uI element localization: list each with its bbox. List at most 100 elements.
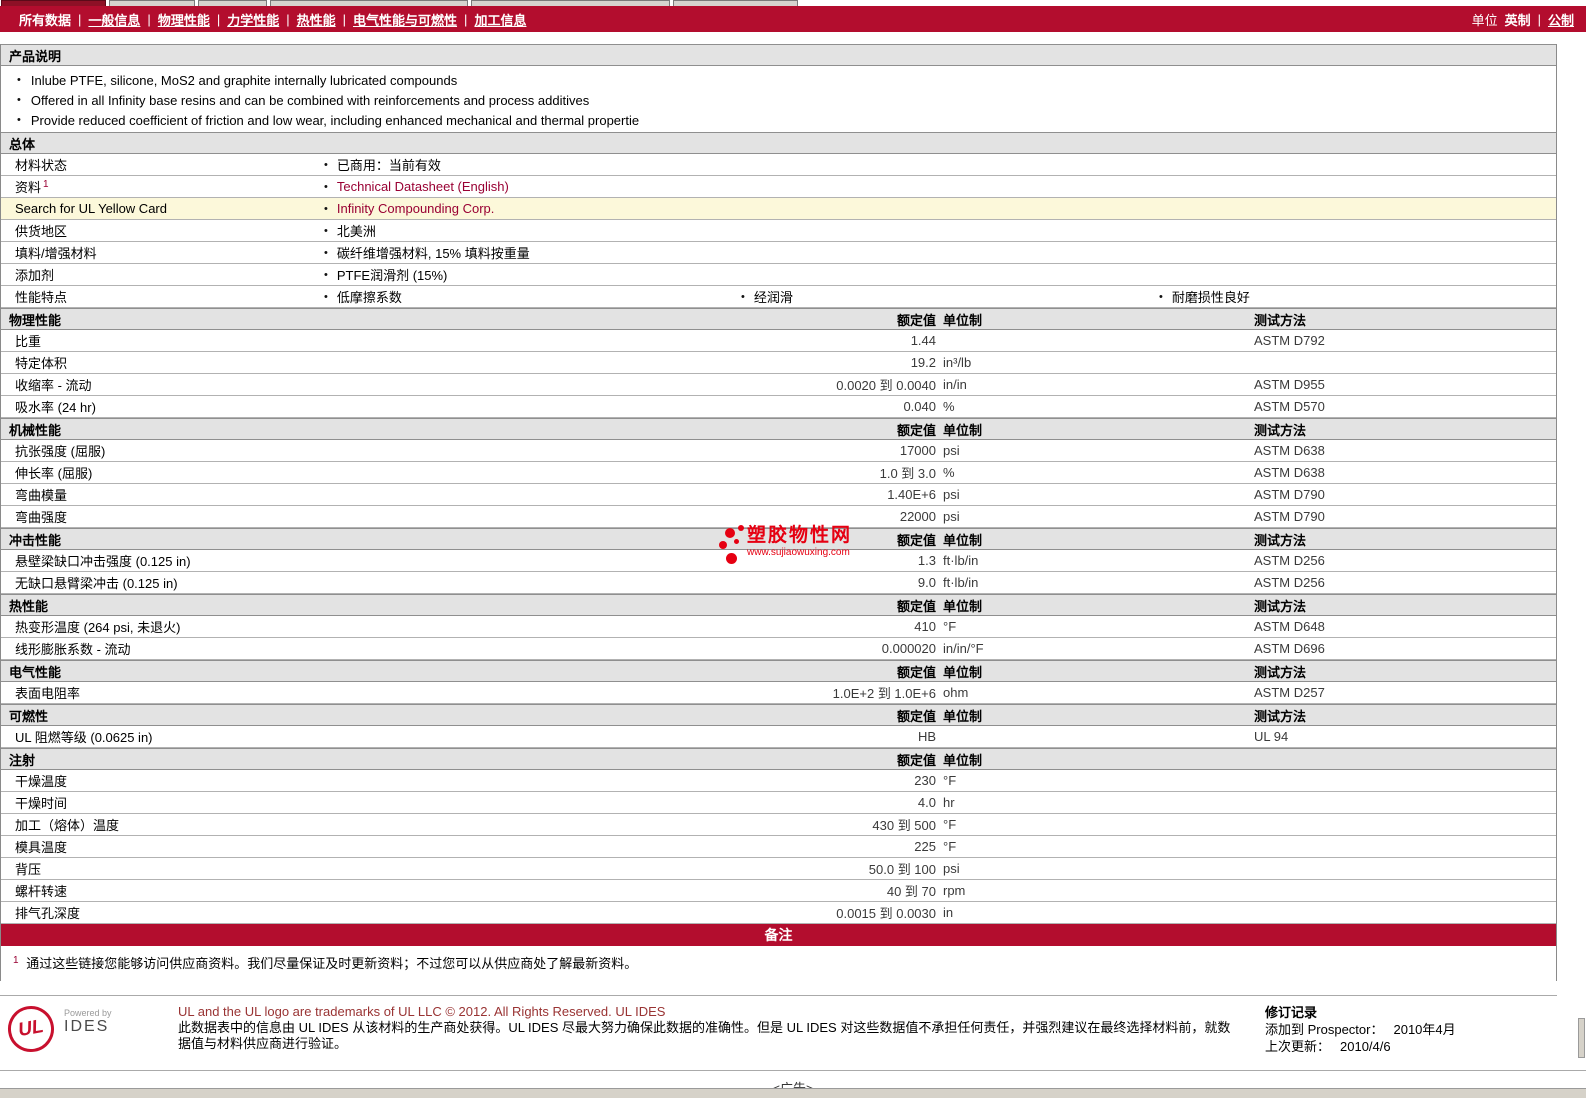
property-value: 0.0015 到 0.0030 bbox=[836, 906, 936, 921]
property-row: 抗张强度 (屈服) 17000 psi ASTM D638 bbox=[1, 440, 1556, 462]
window-tab[interactable] bbox=[109, 0, 195, 6]
section-title: 电气性能 bbox=[9, 664, 62, 680]
bullet-icon: • bbox=[324, 290, 328, 303]
property-unit: in/in bbox=[943, 377, 967, 392]
nav-separator: | bbox=[216, 11, 221, 27]
product-description-item: • Inlube PTFE, silicone, MoS2 and graphit… bbox=[1, 70, 1556, 90]
property-unit: % bbox=[943, 399, 955, 414]
column-header-method: 测试方法 bbox=[1254, 422, 1307, 438]
section-title: 机械性能 bbox=[9, 422, 62, 438]
property-label: 抗张强度 (屈服) bbox=[15, 444, 106, 459]
property-unit: % bbox=[943, 465, 955, 480]
bullet-icon: • bbox=[324, 180, 328, 193]
column-header-method: 测试方法 bbox=[1254, 598, 1307, 614]
general-rows: 材料状态 • 已商用：当前有效 资料 1 • Technical Datasheet (En… bbox=[1, 154, 1556, 308]
bullet-icon: • bbox=[1159, 290, 1163, 303]
general-row-value-cell: • 经润滑 bbox=[733, 287, 1151, 306]
column-header-method: 测试方法 bbox=[1254, 532, 1307, 548]
property-value: 40 到 70 bbox=[886, 884, 936, 899]
property-unit: °F bbox=[943, 839, 957, 854]
unit-metric-link[interactable]: 公制 bbox=[1548, 10, 1574, 29]
property-row: 吸水率 (24 hr) 0.040% ASTM D570 bbox=[1, 396, 1556, 418]
horizontal-scrollbar[interactable] bbox=[0, 1088, 1586, 1098]
general-row: 填料/增强材料 • 碳纤维增强材料, 15% 填料按重量 bbox=[1, 242, 1556, 264]
nav-tabs: 所有数据 | 一般信息 | 物理性能 | 力学性能 | 热性能 | 电气性能与可燃性 | 加工信息 bbox=[12, 10, 533, 29]
column-header-value: 额定值 bbox=[896, 312, 936, 328]
property-value: 225 bbox=[914, 839, 936, 854]
window-tab[interactable] bbox=[673, 0, 798, 6]
property-value: 50.0 到 100 bbox=[868, 862, 936, 877]
general-row-value: PTFE润滑剂 (15%) bbox=[336, 268, 448, 283]
units-label: 单位 bbox=[1471, 12, 1498, 28]
window-tab[interactable] bbox=[270, 0, 468, 6]
property-row: 无缺口悬臂梁冲击 (0.125 in) 9.0 ft·lb/in ASTM D256 bbox=[1, 572, 1556, 594]
window-tab[interactable] bbox=[1, 0, 106, 6]
property-row: UL 阻燃等级 (0.0625 in) HB UL 94 bbox=[1, 726, 1556, 748]
vertical-scrollbar-thumb[interactable] bbox=[1578, 1018, 1585, 1058]
page-footer: UL Powered by IDES UL and the UL logo ar… bbox=[0, 995, 1557, 1061]
unit-separator: | bbox=[1537, 11, 1541, 27]
property-value: HB bbox=[917, 729, 936, 744]
general-row: 供货地区 • 北美洲 bbox=[1, 220, 1556, 242]
property-value: 19.2 bbox=[910, 355, 936, 370]
datasheet-page: { "colors": { "accent_red": "#B30D2E", "… bbox=[0, 0, 1586, 1098]
property-value: 1.3 bbox=[917, 553, 936, 568]
general-row-link[interactable]: Infinity Compounding Corp. bbox=[337, 201, 495, 216]
general-row-value: 低摩擦系数 bbox=[336, 290, 402, 305]
property-label: 热变形温度 (264 psi, 未退火) bbox=[15, 620, 181, 635]
nav-tab-6[interactable]: 电气性能与可燃性 bbox=[353, 10, 457, 29]
property-value: 22000 bbox=[899, 509, 936, 524]
powered-by-label: Powered by bbox=[64, 1008, 112, 1018]
column-header-value: 额定值 bbox=[896, 664, 936, 680]
property-label: 干燥温度 bbox=[15, 774, 68, 789]
property-label: 干燥时间 bbox=[15, 796, 68, 811]
test-method: ASTM D570 bbox=[1254, 399, 1325, 414]
nav-separator: | bbox=[286, 11, 290, 27]
property-label: 悬壁梁缺口冲击强度 (0.125 in) bbox=[15, 554, 191, 569]
property-value: 17000 bbox=[899, 443, 936, 458]
property-value: 4.0 bbox=[917, 795, 936, 810]
property-row: 排气孔深度 0.0015 到 0.0030 in bbox=[1, 902, 1556, 924]
bullet-icon: • bbox=[324, 224, 328, 237]
nav-tab-3[interactable]: 物理性能 bbox=[158, 10, 210, 29]
property-row: 比重 1.44 ASTM D792 bbox=[1, 330, 1556, 352]
property-label: 线形膨胀系数 - 流动 bbox=[15, 642, 131, 657]
property-unit: °F bbox=[943, 619, 957, 634]
revision-added: 添加到 Prospector： 2010年4月 bbox=[1265, 1021, 1547, 1038]
property-label: 排气孔深度 bbox=[15, 906, 81, 921]
property-label: 模具温度 bbox=[15, 840, 68, 855]
property-row: 线形膨胀系数 - 流动 0.000020 in/in/°F ASTM D696 bbox=[1, 638, 1556, 660]
property-label: 螺杆转速 bbox=[15, 884, 68, 899]
footnote-ref: 1 bbox=[43, 178, 49, 190]
general-row-value-cell: • 已商用：当前有效 bbox=[316, 155, 733, 174]
bullet-icon: • bbox=[324, 246, 328, 259]
window-tab[interactable] bbox=[471, 0, 670, 6]
notes-bar: 备注 bbox=[1, 924, 1556, 946]
nav-tab-1[interactable]: 所有数据 bbox=[19, 10, 71, 29]
general-row-link[interactable]: Technical Datasheet (English) bbox=[337, 179, 509, 194]
nav-tab-4[interactable]: 力学性能 bbox=[227, 10, 279, 29]
property-unit: ft·lb/in bbox=[943, 575, 979, 590]
property-label: 比重 bbox=[15, 334, 42, 349]
window-tab[interactable] bbox=[198, 0, 267, 6]
general-row-value: 耐磨损性良好 bbox=[1171, 290, 1250, 305]
nav-tab-7[interactable]: 加工信息 bbox=[474, 10, 526, 29]
property-unit: in³/lb bbox=[943, 355, 972, 370]
general-row: 材料状态 • 已商用：当前有效 bbox=[1, 154, 1556, 176]
property-row: 模具温度 225 °F bbox=[1, 836, 1556, 858]
unit-imperial[interactable]: 英制 bbox=[1505, 10, 1531, 29]
property-value: 1.40E+6 bbox=[887, 487, 936, 502]
nav-tab-2[interactable]: 一般信息 bbox=[88, 10, 140, 29]
footnote: 1 通过这些链接您能够访问供应商资料。我们尽量保证及时更新资料；不过您可以从供应… bbox=[1, 946, 1556, 981]
section-header: 机械性能 额定值 单位制 测试方法 bbox=[1, 418, 1556, 440]
column-header-method: 测试方法 bbox=[1254, 312, 1307, 328]
section-product-description: 产品说明 bbox=[1, 44, 1556, 66]
property-row: 特定体积 19.2 in³/lb bbox=[1, 352, 1556, 374]
nav-tab-5[interactable]: 热性能 bbox=[297, 10, 336, 29]
general-row-label: 填料/增强材料 bbox=[15, 246, 97, 261]
ides-brand: Powered by IDES bbox=[64, 1008, 112, 1036]
top-nav-bar: 所有数据 | 一般信息 | 物理性能 | 力学性能 | 热性能 | 电气性能与可燃性 | 加工信息 单位… bbox=[0, 6, 1586, 32]
bullet-icon: • bbox=[324, 158, 328, 171]
ul-logo-text: UL bbox=[16, 1015, 46, 1042]
property-label: 伸长率 (屈服) bbox=[15, 466, 93, 481]
